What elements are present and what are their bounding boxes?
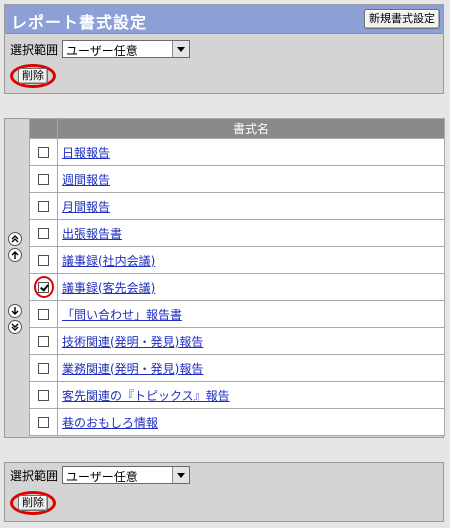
range-select-value: ユーザー任意 [66, 44, 138, 58]
move-to-top-icon[interactable] [8, 232, 22, 246]
row-check-cell [29, 246, 58, 274]
reorder-up-controls [8, 232, 26, 264]
row-check-cell [29, 165, 58, 193]
chevron-down-icon[interactable] [172, 41, 190, 57]
format-list-panel: 書式名 日報報告週間報告月間報告出張報告書議事録(社内会議) 議事録(客先会議) 「… [4, 118, 445, 438]
range-label: 選択範囲 [10, 42, 59, 57]
row-check-cell [29, 354, 58, 382]
table-row: 客先関連の『トピックス』報告 [29, 381, 445, 409]
page-title: レポート書式設定 [11, 13, 148, 32]
row-name-cell: 「問い合わせ」報告書 [57, 300, 445, 328]
format-name-link[interactable]: 月間報告 [62, 200, 110, 214]
reorder-down-controls [8, 304, 26, 336]
table-row: 技術関連(発明・発見)報告 [29, 327, 445, 355]
table-row: 日報報告 [29, 138, 445, 166]
table-row: 業務関連(発明・発見)報告 [29, 354, 445, 382]
format-rows: 日報報告週間報告月間報告出張報告書議事録(社内会議) 議事録(客先会議) 「問い合わ… [29, 138, 445, 436]
format-name-link[interactable]: 出張報告書 [62, 227, 122, 241]
chevron-down-icon[interactable] [172, 467, 190, 483]
title-bar: レポート書式設定 新規書式設定 [5, 5, 443, 34]
range-select-value: ユーザー任意 [66, 470, 138, 484]
format-name-link[interactable]: 「問い合わせ」報告書 [62, 308, 182, 322]
row-name-cell: 週間報告 [57, 165, 445, 193]
row-name-cell: 技術関連(発明・発見)報告 [57, 327, 445, 355]
format-name-link[interactable]: 議事録(客先会議) [62, 281, 155, 295]
new-format-button[interactable]: 新規書式設定 [364, 9, 440, 29]
row-checkbox[interactable] [38, 363, 49, 374]
row-checkbox[interactable] [38, 255, 49, 266]
move-to-bottom-icon[interactable] [8, 320, 22, 334]
top-panel: レポート書式設定 新規書式設定 選択範囲 ユーザー任意 削除 [4, 4, 444, 94]
range-select-bottom[interactable]: ユーザー任意 [62, 466, 191, 484]
check-column-header [29, 118, 58, 139]
table-row: 巷のおもしろ情報 [29, 408, 445, 436]
move-up-icon[interactable] [8, 248, 22, 262]
format-name-link[interactable]: 技術関連(発明・発見)報告 [62, 335, 203, 349]
table-row: 週間報告 [29, 165, 445, 193]
move-down-icon[interactable] [8, 304, 22, 318]
row-checkbox[interactable] [38, 390, 49, 401]
row-name-cell: 日報報告 [57, 138, 445, 166]
range-label: 選択範囲 [10, 468, 59, 483]
delete-highlight-bottom: 削除 [10, 491, 56, 515]
format-name-link[interactable]: 日報報告 [62, 146, 110, 160]
row-checkbox[interactable] [38, 174, 49, 185]
range-select-top[interactable]: ユーザー任意 [62, 40, 191, 58]
row-checkbox[interactable] [38, 417, 49, 428]
format-name-link[interactable]: 週間報告 [62, 173, 110, 187]
range-row-bottom: 選択範囲 ユーザー任意 [10, 465, 191, 485]
row-name-cell: 月間報告 [57, 192, 445, 220]
table-row: 月間報告 [29, 192, 445, 220]
row-check-cell [29, 138, 58, 166]
row-check-cell [29, 300, 58, 328]
row-name-cell: 客先関連の『トピックス』報告 [57, 381, 445, 409]
range-row-top: 選択範囲 ユーザー任意 [10, 39, 191, 59]
format-name-header: 書式名 [57, 118, 445, 139]
row-checkbox[interactable] [38, 336, 49, 347]
format-name-link[interactable]: 業務関連(発明・発見)報告 [62, 362, 203, 376]
row-checkbox[interactable] [38, 147, 49, 158]
checkbox-highlight [34, 276, 54, 298]
format-table: 書式名 日報報告週間報告月間報告出張報告書議事録(社内会議) 議事録(客先会議) 「… [29, 118, 445, 436]
delete-highlight-top: 削除 [10, 64, 56, 88]
delete-button-top[interactable]: 削除 [18, 68, 48, 84]
table-row: 議事録(社内会議) [29, 246, 445, 274]
row-check-cell [29, 327, 58, 355]
row-name-cell: 巷のおもしろ情報 [57, 408, 445, 436]
row-checkbox[interactable] [38, 309, 49, 320]
format-name-link[interactable]: 客先関連の『トピックス』報告 [62, 389, 230, 403]
row-check-cell [29, 381, 58, 409]
table-row: 「問い合わせ」報告書 [29, 300, 445, 328]
bottom-panel: 選択範囲 ユーザー任意 削除 [4, 462, 444, 522]
row-name-cell: 出張報告書 [57, 219, 445, 247]
delete-button-bottom[interactable]: 削除 [18, 495, 48, 511]
row-checkbox[interactable] [38, 201, 49, 212]
row-check-cell [29, 192, 58, 220]
format-name-link[interactable]: 巷のおもしろ情報 [62, 416, 158, 430]
row-check-cell [29, 273, 58, 301]
row-name-cell: 議事録(客先会議) [57, 273, 445, 301]
row-check-cell [29, 408, 58, 436]
format-name-link[interactable]: 議事録(社内会議) [62, 254, 155, 268]
row-name-cell: 業務関連(発明・発見)報告 [57, 354, 445, 382]
table-row: 出張報告書 [29, 219, 445, 247]
row-checkbox[interactable] [38, 228, 49, 239]
table-row: 議事録(客先会議) [29, 273, 445, 301]
row-name-cell: 議事録(社内会議) [57, 246, 445, 274]
row-check-cell [29, 219, 58, 247]
